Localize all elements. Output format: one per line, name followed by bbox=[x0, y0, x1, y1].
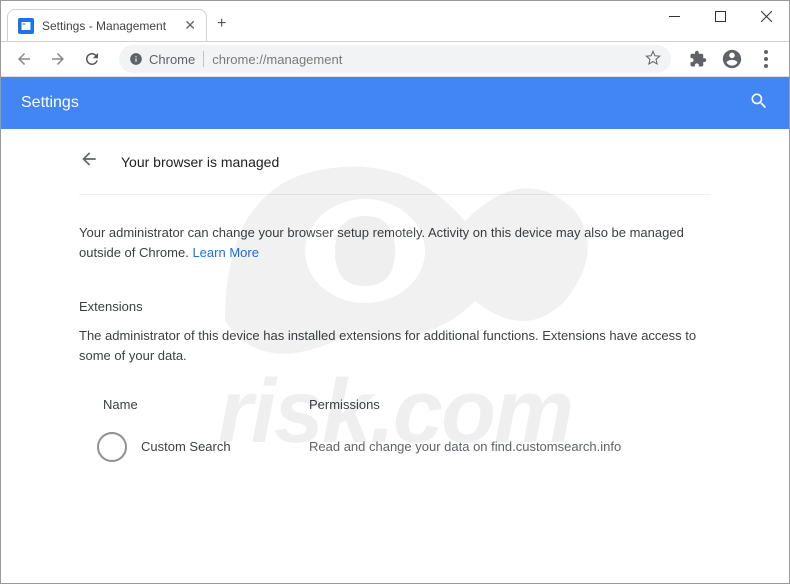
forward-button[interactable] bbox=[43, 44, 73, 74]
minimize-button[interactable] bbox=[651, 1, 697, 31]
close-window-button[interactable] bbox=[743, 1, 789, 31]
extensions-icon[interactable] bbox=[683, 44, 713, 74]
content-area: Your browser is managed Your administrat… bbox=[1, 129, 789, 488]
management-info: Your administrator can change your brows… bbox=[79, 195, 711, 281]
menu-dots-icon bbox=[764, 50, 768, 68]
page-title: Your browser is managed bbox=[121, 154, 279, 170]
extensions-table: Name Permissions Custom Search Read and … bbox=[79, 387, 711, 468]
back-arrow-icon[interactable] bbox=[79, 149, 99, 174]
titlebar: Settings - Management ✕ + bbox=[1, 1, 789, 41]
learn-more-link[interactable]: Learn More bbox=[192, 245, 258, 260]
secure-label: Chrome bbox=[149, 52, 195, 67]
extensions-heading: Extensions bbox=[79, 281, 711, 326]
back-button[interactable] bbox=[9, 44, 39, 74]
section-header: Your browser is managed bbox=[79, 149, 711, 195]
extension-permission: Read and change your data on find.custom… bbox=[309, 439, 711, 454]
tab-title: Settings - Management bbox=[42, 19, 166, 33]
tab-strip: Settings - Management ✕ + bbox=[1, 1, 651, 41]
col-permissions: Permissions bbox=[309, 397, 711, 412]
settings-title: Settings bbox=[21, 94, 79, 112]
browser-window: risk.com Settings - Management ✕ + bbox=[0, 0, 790, 584]
bookmark-icon[interactable] bbox=[645, 50, 661, 69]
table-header: Name Permissions bbox=[79, 387, 711, 426]
extension-name: Custom Search bbox=[141, 439, 231, 454]
site-info-icon[interactable]: Chrome bbox=[129, 52, 195, 67]
toolbar: Chrome chrome://management bbox=[1, 41, 789, 77]
close-icon[interactable]: ✕ bbox=[184, 17, 196, 34]
tab-favicon-icon bbox=[18, 18, 34, 34]
omnibox-divider bbox=[203, 51, 204, 67]
browser-tab[interactable]: Settings - Management ✕ bbox=[7, 9, 207, 41]
info-text: Your administrator can change your brows… bbox=[79, 225, 684, 260]
url-text: chrome://management bbox=[212, 52, 342, 67]
reload-button[interactable] bbox=[77, 44, 107, 74]
content: Your browser is managed Your administrat… bbox=[79, 149, 711, 468]
table-row: Custom Search Read and change your data … bbox=[79, 426, 711, 468]
profile-icon[interactable] bbox=[717, 44, 747, 74]
toolbar-right bbox=[683, 44, 781, 74]
extension-icon bbox=[97, 432, 127, 462]
extensions-info: The administrator of this device has ins… bbox=[79, 326, 711, 386]
search-icon[interactable] bbox=[749, 91, 769, 116]
menu-button[interactable] bbox=[751, 44, 781, 74]
col-name: Name bbox=[79, 397, 309, 412]
new-tab-button[interactable]: + bbox=[217, 15, 226, 33]
window-controls bbox=[651, 1, 789, 31]
maximize-button[interactable] bbox=[697, 1, 743, 31]
address-bar[interactable]: Chrome chrome://management bbox=[119, 45, 671, 73]
settings-header: Settings bbox=[1, 77, 789, 129]
